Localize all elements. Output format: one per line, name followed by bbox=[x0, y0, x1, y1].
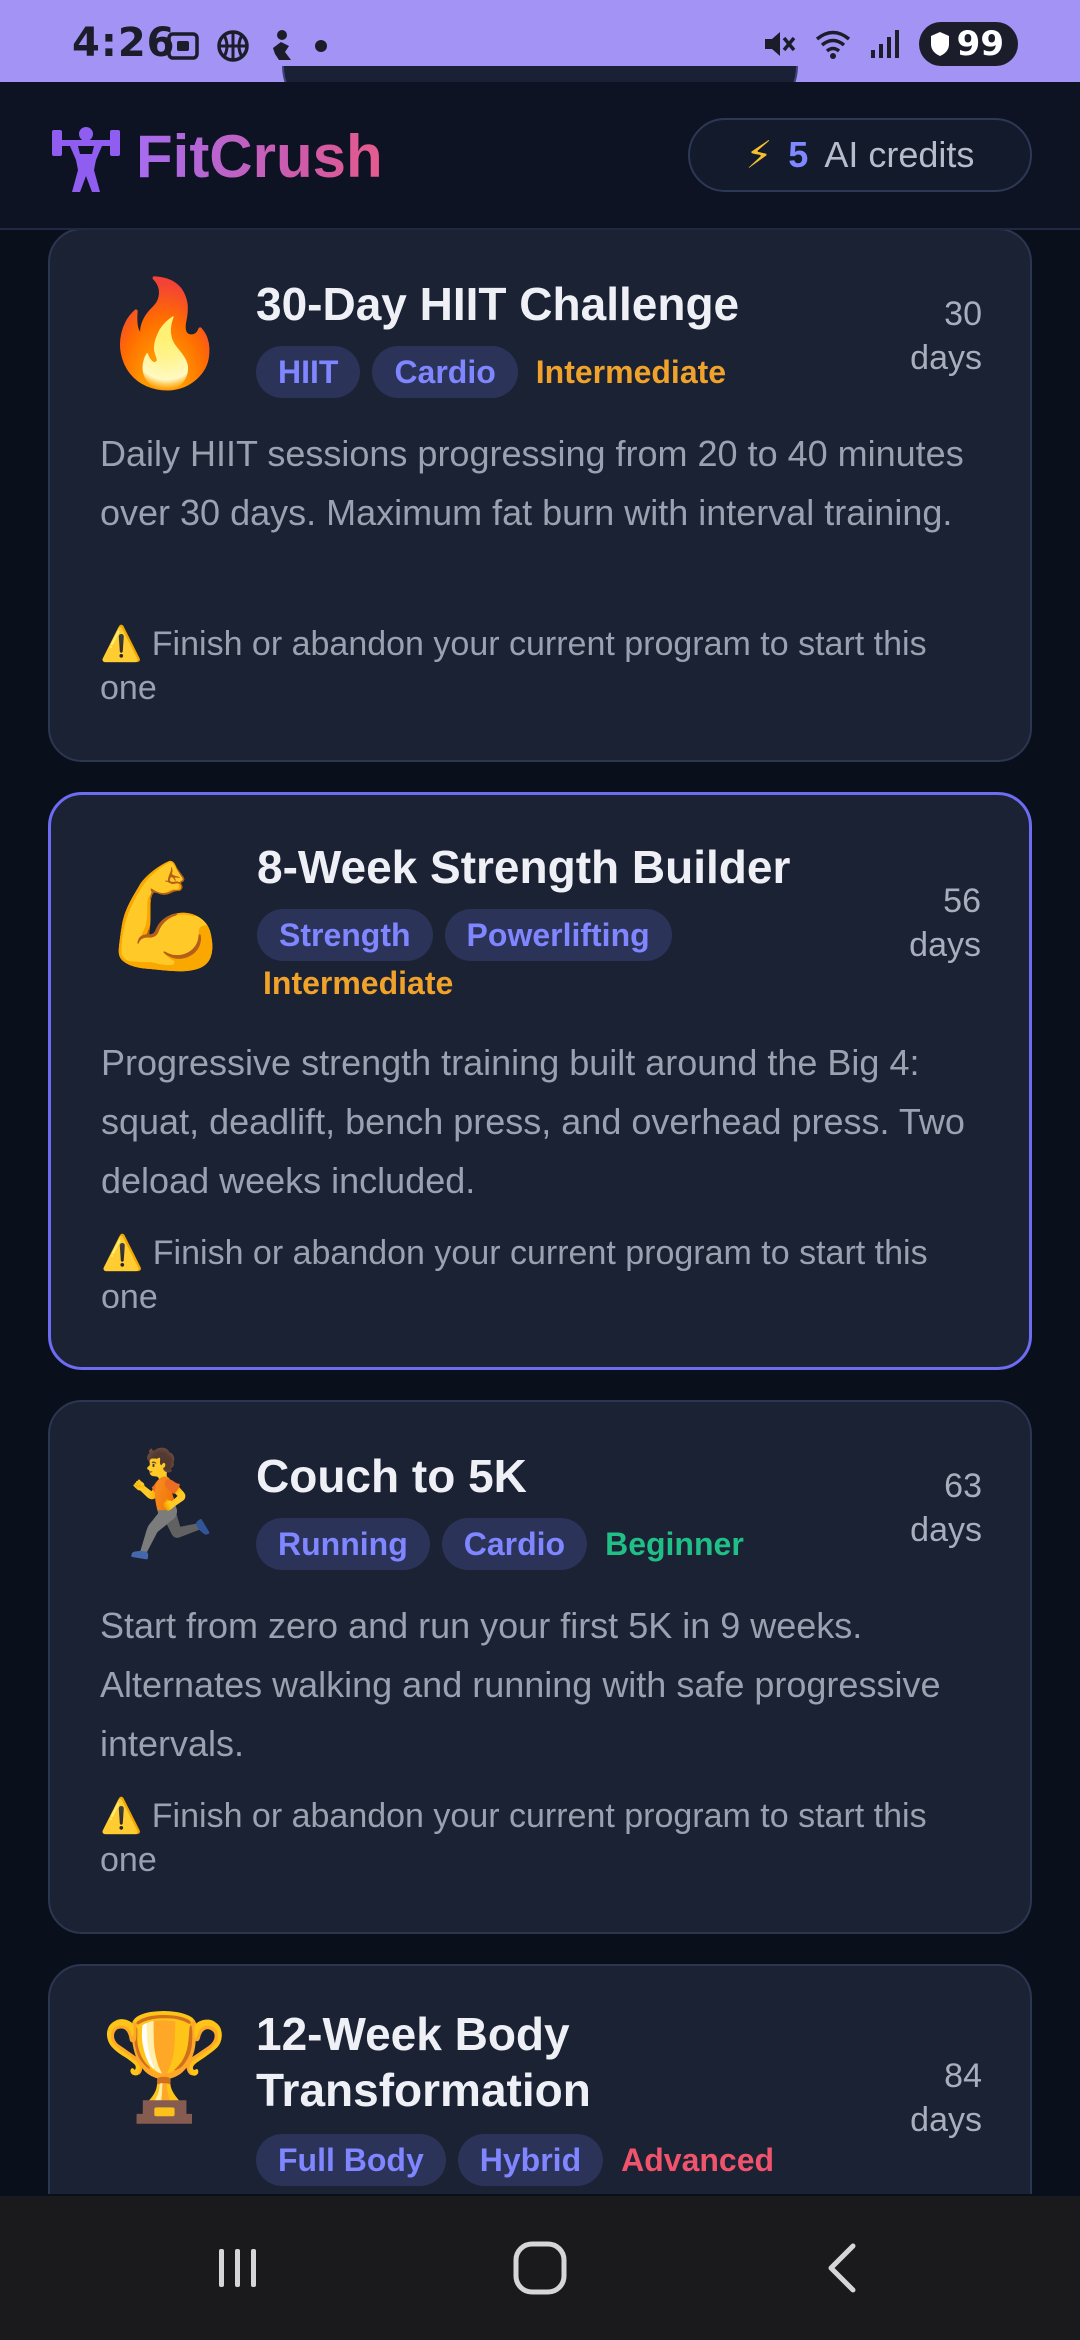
program-description: Daily HIIT sessions progressing from 20 … bbox=[100, 433, 964, 533]
app-title: FitCrush bbox=[136, 122, 383, 190]
difficulty-label: Advanced bbox=[621, 2142, 775, 2178]
program-warning: ⚠️ Finish or abandon your current progra… bbox=[100, 625, 927, 707]
program-title: 30-Day HIIT Challenge bbox=[256, 278, 740, 330]
tag-chip: Running bbox=[256, 1518, 430, 1570]
trophy-icon: 🏆 bbox=[100, 2010, 230, 2126]
status-time: 4:26 bbox=[72, 20, 176, 66]
recents-icon bbox=[219, 2249, 256, 2287]
duration-unit: days bbox=[910, 339, 982, 377]
program-title: 8-Week Strength Builder bbox=[257, 841, 791, 893]
duration-unit: days bbox=[910, 1511, 982, 1549]
program-warning: ⚠️ Finish or abandon your current progra… bbox=[100, 1797, 927, 1879]
recents-button[interactable] bbox=[158, 2196, 318, 2340]
runner-icon: 🏃 bbox=[100, 1448, 230, 1564]
program-tags: HIIT Cardio Intermediate bbox=[256, 346, 796, 398]
basketball-icon bbox=[217, 30, 249, 62]
program-title: Couch to 5K bbox=[256, 1450, 527, 1502]
home-button[interactable] bbox=[460, 2196, 620, 2340]
duration-unit: days bbox=[910, 2101, 982, 2139]
tag-chip: Cardio bbox=[441, 1518, 588, 1570]
duration-value: 30 bbox=[944, 295, 982, 333]
program-title: 12-Week Body Transformation bbox=[256, 2008, 591, 2116]
credits-label: AI credits bbox=[824, 134, 975, 175]
difficulty-label: Intermediate bbox=[535, 354, 727, 390]
flexed-biceps-icon: 💪 bbox=[101, 859, 231, 975]
person-icon bbox=[273, 30, 291, 60]
screenshot-icon bbox=[167, 32, 199, 60]
tag-chip: HIIT bbox=[256, 346, 361, 398]
signal-icon bbox=[870, 30, 899, 58]
status-notification-icons bbox=[165, 28, 331, 64]
program-tags: Full Body Hybrid Advanced bbox=[256, 2134, 796, 2186]
dot-icon bbox=[315, 40, 327, 52]
program-card[interactable]: 🔥 30-Day HIIT Challenge HIIT Cardio Inte… bbox=[48, 230, 1032, 762]
credits-count: 5 bbox=[788, 134, 809, 175]
app-header: FitCrush ⚡ 5 AI credits bbox=[0, 82, 1080, 230]
program-description: Progressive strength training built arou… bbox=[101, 1042, 965, 1201]
program-description: Start from zero and run your first 5K in… bbox=[100, 1605, 941, 1764]
brand[interactable]: FitCrush bbox=[50, 116, 383, 196]
program-duration: 84 days bbox=[910, 2054, 982, 2142]
status-system-icons: 99 bbox=[761, 22, 1018, 66]
battery-level: 99 bbox=[956, 24, 1004, 64]
battery-indicator: 99 bbox=[918, 22, 1018, 66]
program-card[interactable]: 🏃 Couch to 5K Running Cardio Beginner 63… bbox=[48, 1400, 1032, 1934]
tag-chip: Cardio bbox=[372, 346, 518, 398]
program-tags: Running Cardio Beginner bbox=[256, 1518, 796, 1570]
fire-icon: 🔥 bbox=[100, 276, 230, 392]
back-icon bbox=[828, 2243, 856, 2293]
program-warning: ⚠️ Finish or abandon your current progra… bbox=[101, 1234, 928, 1316]
duration-value: 63 bbox=[944, 1467, 982, 1505]
wifi-icon bbox=[815, 30, 850, 59]
program-duration: 30 days bbox=[910, 292, 982, 380]
lightning-icon: ⚡ bbox=[745, 134, 773, 177]
difficulty-label: Beginner bbox=[605, 1526, 744, 1562]
tag-chip: Full Body bbox=[256, 2134, 446, 2186]
duration-value: 84 bbox=[944, 2057, 982, 2095]
program-card-selected[interactable]: 💪 8-Week Strength Builder Strength Power… bbox=[48, 792, 1032, 1370]
program-duration: 56 days bbox=[909, 879, 981, 967]
duration-value: 56 bbox=[943, 882, 981, 920]
mute-icon bbox=[764, 32, 796, 56]
tag-chip: Strength bbox=[257, 909, 433, 961]
weightlifter-icon bbox=[52, 127, 120, 192]
tag-chip: Powerlifting bbox=[444, 909, 672, 961]
program-list[interactable]: 🔥 30-Day HIIT Challenge HIIT Cardio Inte… bbox=[0, 230, 1080, 2194]
back-button[interactable] bbox=[762, 2196, 922, 2340]
duration-unit: days bbox=[909, 926, 981, 964]
system-nav-bar bbox=[0, 2196, 1080, 2340]
program-duration: 63 days bbox=[910, 1464, 982, 1552]
tag-chip: Hybrid bbox=[457, 2134, 604, 2186]
difficulty-label: Intermediate bbox=[263, 965, 454, 1001]
battery-shield-icon bbox=[930, 32, 949, 56]
program-card[interactable]: 🏆 12-Week Body Transformation Full Body … bbox=[48, 1964, 1032, 2194]
ai-credits-button[interactable]: ⚡ 5 AI credits bbox=[688, 118, 1032, 192]
program-tags: Strength Powerlifting Intermediate bbox=[257, 909, 797, 1005]
home-icon bbox=[513, 2241, 567, 2295]
